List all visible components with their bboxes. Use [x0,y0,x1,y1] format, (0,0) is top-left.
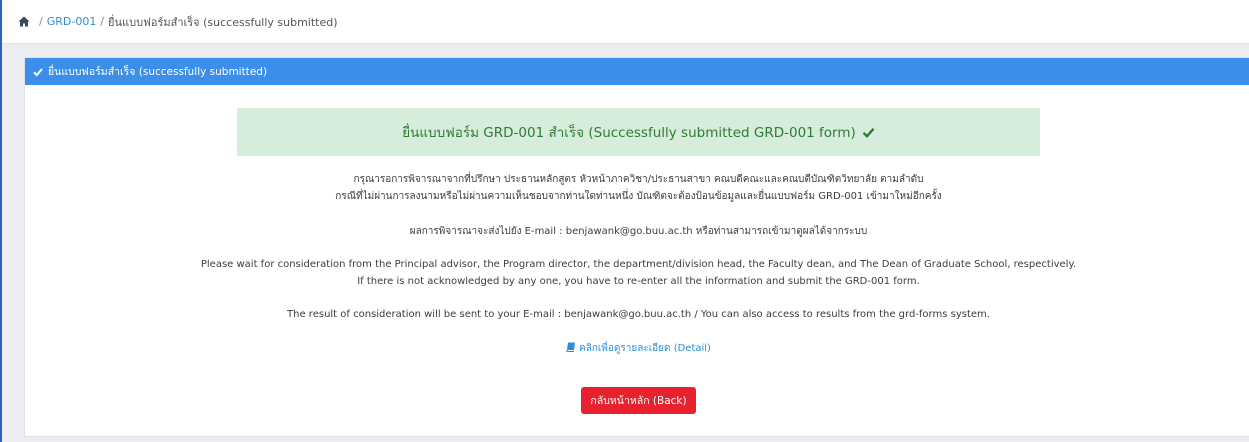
success-message: ยื่นแบบฟอร์ม GRD-001 สำเร็จ (Successfull… [402,125,856,141]
card-header: ยื่นแบบฟอร์มสำเร็จ (successfully submitt… [25,58,1249,85]
breadcrumb-separator: / [100,15,105,28]
check-icon [862,127,875,138]
book-icon [566,342,576,352]
check-icon [33,67,43,76]
en-wait-line-1: Please wait for consideration from the P… [200,259,1077,270]
back-button[interactable]: กลับหน้าหลัก (Back) [581,387,696,414]
breadcrumb-link-grd-001[interactable]: GRD-001 [47,15,97,28]
card-header-title: ยื่นแบบฟอร์มสำเร็จ (successfully submitt… [48,66,268,78]
breadcrumb-current: ยื่นแบบฟอร์มสำเร็จ (successfully submitt… [108,15,338,29]
page-frame: / GRD-001 / ยื่นแบบฟอร์มสำเร็จ (successf… [0,0,1249,442]
en-result-line: The result of consideration will be sent… [287,309,990,320]
breadcrumb: / GRD-001 / ยื่นแบบฟอร์มสำเร็จ (successf… [2,0,1249,44]
thai-wait-line-1: กรุณารอการพิจารณาจากที่ปรึกษา ประธานหลัก… [353,174,924,185]
en-wait-line-2: If there is not acknowledged by any one,… [357,276,920,287]
thai-result-line: ผลการพิจารณาจะส่งไปยัง E-mail : benjawan… [409,226,868,237]
detail-link-label[interactable]: คลิกเพื่อดูรายละเอียด (Detail) [579,343,711,354]
result-card: ยื่นแบบฟอร์มสำเร็จ (successfully submitt… [24,57,1249,437]
success-alert: ยื่นแบบฟอร์ม GRD-001 สำเร็จ (Successfull… [237,108,1040,156]
home-icon[interactable] [18,16,30,27]
thai-wait-line-2: กรณีที่ไม่ผ่านการลงนามหรือไม่ผ่านความเห็… [335,191,942,202]
detail-link[interactable]: คลิกเพื่อดูรายละเอียด (Detail) [566,342,711,354]
detail-link-row: คลิกเพื่อดูรายละเอียด (Detail) [25,341,1249,356]
breadcrumb-separator: / [39,15,43,28]
